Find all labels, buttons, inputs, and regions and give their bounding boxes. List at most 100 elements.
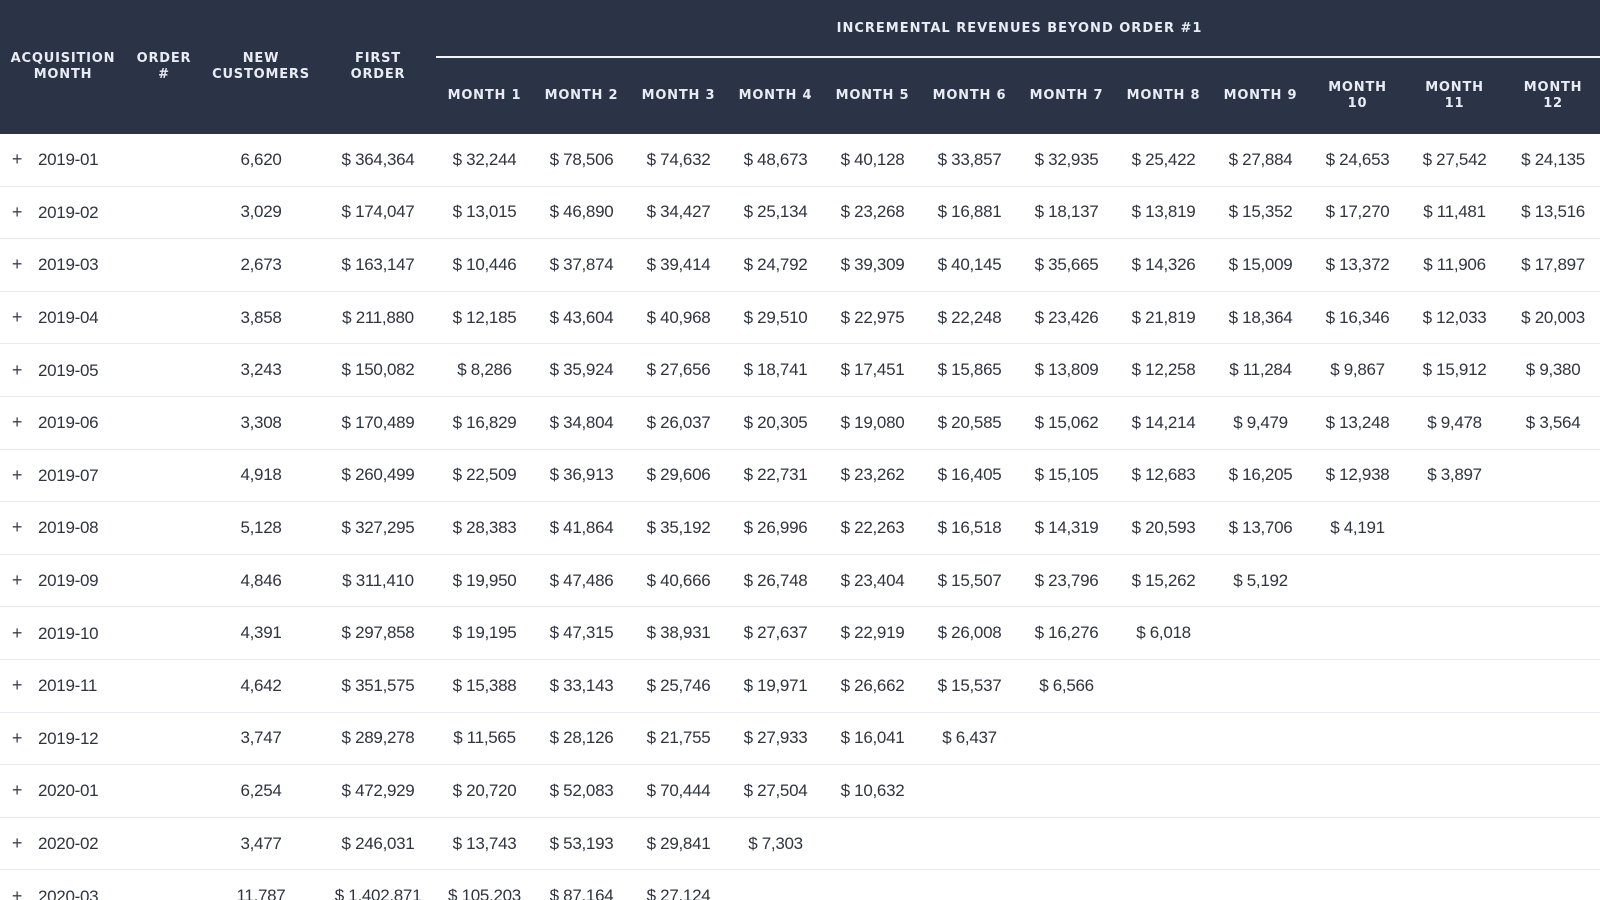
cell-month-2-revenue: $ 53,193 (533, 817, 630, 871)
expand-row-plus-icon[interactable]: + (10, 149, 24, 170)
cell-month-1-revenue: $ 8,286 (436, 343, 533, 397)
cohort-revenue-table: ACQUISITION MONTH ORDER # NEW CUSTOMERS … (0, 0, 1600, 900)
cell-month-12-revenue (1503, 817, 1600, 871)
cell-month-10-revenue: $ 13,372 (1309, 238, 1406, 292)
table-row: +2020-01 6,254 $ 472,929 $ 20,720 $ 52,083 $ … (0, 764, 1600, 818)
cell-month-11-revenue (1406, 869, 1503, 900)
acquisition-month-label: 2019-04 (38, 308, 99, 328)
column-header-month-6[interactable]: MONTH 6 (921, 58, 1018, 134)
cell-month-8-revenue: $ 20,593 (1115, 501, 1212, 555)
expand-row-plus-icon[interactable]: + (10, 412, 24, 433)
acquisition-month-label: 2020-01 (38, 781, 99, 801)
cell-order-number (126, 343, 202, 397)
expand-row-plus-icon[interactable]: + (10, 886, 24, 900)
cell-month-12-revenue (1503, 501, 1600, 555)
cell-new-customers: 4,642 (202, 659, 320, 713)
cell-month-9-revenue (1212, 659, 1309, 713)
cell-month-9-revenue (1212, 712, 1309, 766)
cell-month-4-revenue: $ 27,637 (727, 606, 824, 660)
cell-month-7-revenue (1018, 817, 1115, 871)
header-line: MONTH 3 (641, 88, 716, 103)
table-header: ACQUISITION MONTH ORDER # NEW CUSTOMERS … (0, 0, 1600, 134)
cell-month-6-revenue: $ 20,585 (921, 396, 1018, 450)
acquisition-month-label: 2019-12 (38, 728, 99, 748)
cell-order-number (126, 659, 202, 713)
cell-month-7-revenue: $ 35,665 (1018, 238, 1115, 292)
column-header-first-order[interactable]: FIRST ORDER (320, 0, 436, 134)
cell-month-5-revenue: $ 22,263 (824, 501, 921, 555)
cell-order-number (126, 712, 202, 766)
table-row: +2019-09 4,846 $ 311,410 $ 19,950 $ 47,486 $ … (0, 554, 1600, 608)
cell-new-customers: 3,477 (202, 817, 320, 871)
cell-month-2-revenue: $ 28,126 (533, 712, 630, 766)
expand-row-plus-icon[interactable]: + (10, 202, 24, 223)
cell-month-2-revenue: $ 47,315 (533, 606, 630, 660)
cell-month-3-revenue: $ 25,746 (630, 659, 727, 713)
cell-month-1-revenue: $ 19,195 (436, 606, 533, 660)
cell-month-4-revenue: $ 27,504 (727, 764, 824, 818)
column-header-month-1[interactable]: MONTH 1 (436, 58, 533, 134)
cell-month-5-revenue (824, 817, 921, 871)
expand-row-plus-icon[interactable]: + (10, 360, 24, 381)
cell-month-9-revenue: $ 5,192 (1212, 554, 1309, 608)
cell-month-9-revenue: $ 11,284 (1212, 343, 1309, 397)
cell-month-6-revenue: $ 16,405 (921, 449, 1018, 503)
cell-new-customers: 3,858 (202, 291, 320, 345)
expand-row-plus-icon[interactable]: + (10, 254, 24, 275)
column-header-month-5[interactable]: MONTH 5 (824, 58, 921, 134)
cell-month-10-revenue (1309, 554, 1406, 608)
cell-month-6-revenue: $ 15,865 (921, 343, 1018, 397)
header-line: ORDER (136, 51, 192, 66)
cell-month-7-revenue: $ 18,137 (1018, 186, 1115, 240)
column-header-month-11[interactable]: MONTH 11 (1406, 58, 1503, 134)
expand-row-plus-icon[interactable]: + (10, 833, 24, 854)
column-header-month-12[interactable]: MONTH 12 (1503, 58, 1600, 134)
cell-month-11-revenue: $ 11,906 (1406, 238, 1503, 292)
cell-month-10-revenue (1309, 606, 1406, 660)
cohort-revenue-table-container: ACQUISITION MONTH ORDER # NEW CUSTOMERS … (0, 0, 1600, 900)
cell-month-7-revenue: $ 15,062 (1018, 396, 1115, 450)
cell-month-8-revenue (1115, 712, 1212, 766)
cell-month-11-revenue: $ 15,912 (1406, 343, 1503, 397)
expand-row-plus-icon[interactable]: + (10, 780, 24, 801)
cell-first-order: $ 211,880 (320, 291, 436, 345)
cell-month-5-revenue: $ 40,128 (824, 134, 921, 187)
cell-acquisition-month: +2020-01 (0, 764, 126, 818)
expand-row-plus-icon[interactable]: + (10, 465, 24, 486)
cell-month-1-revenue: $ 16,829 (436, 396, 533, 450)
expand-row-plus-icon[interactable]: + (10, 728, 24, 749)
cell-month-4-revenue: $ 26,748 (727, 554, 824, 608)
cell-month-7-revenue: $ 14,319 (1018, 501, 1115, 555)
column-header-month-4[interactable]: MONTH 4 (727, 58, 824, 134)
column-header-month-9[interactable]: MONTH 9 (1212, 58, 1309, 134)
cell-month-8-revenue (1115, 764, 1212, 818)
column-header-month-8[interactable]: MONTH 8 (1115, 58, 1212, 134)
expand-row-plus-icon[interactable]: + (10, 517, 24, 538)
expand-row-plus-icon[interactable]: + (10, 570, 24, 591)
column-header-order-number[interactable]: ORDER # (126, 0, 202, 134)
column-header-month-3[interactable]: MONTH 3 (630, 58, 727, 134)
cell-month-5-revenue (824, 869, 921, 900)
cell-month-6-revenue: $ 16,518 (921, 501, 1018, 555)
cell-new-customers: 2,673 (202, 238, 320, 292)
column-header-month-10[interactable]: MONTH 10 (1309, 58, 1406, 134)
column-header-month-7[interactable]: MONTH 7 (1018, 58, 1115, 134)
column-header-acquisition-month[interactable]: ACQUISITION MONTH (0, 0, 126, 134)
expand-row-plus-icon[interactable]: + (10, 623, 24, 644)
cell-month-6-revenue: $ 15,507 (921, 554, 1018, 608)
cell-month-1-revenue: $ 20,720 (436, 764, 533, 818)
cell-order-number (126, 869, 202, 900)
column-header-new-customers[interactable]: NEW CUSTOMERS (202, 0, 320, 134)
acquisition-month-label: 2019-05 (38, 360, 99, 380)
header-line: MONTH 5 (835, 88, 910, 103)
table-row: +2019-01 6,620 $ 364,364 $ 32,244 $ 78,506 $ … (0, 134, 1600, 187)
expand-row-plus-icon[interactable]: + (10, 675, 24, 696)
cell-acquisition-month: +2019-04 (0, 291, 126, 345)
header-line: MONTH 6 (932, 88, 1007, 103)
cell-month-6-revenue: $ 33,857 (921, 134, 1018, 187)
cell-month-6-revenue: $ 40,145 (921, 238, 1018, 292)
expand-row-plus-icon[interactable]: + (10, 307, 24, 328)
column-header-month-2[interactable]: MONTH 2 (533, 58, 630, 134)
cell-acquisition-month: +2019-01 (0, 134, 126, 187)
cell-order-number (126, 606, 202, 660)
